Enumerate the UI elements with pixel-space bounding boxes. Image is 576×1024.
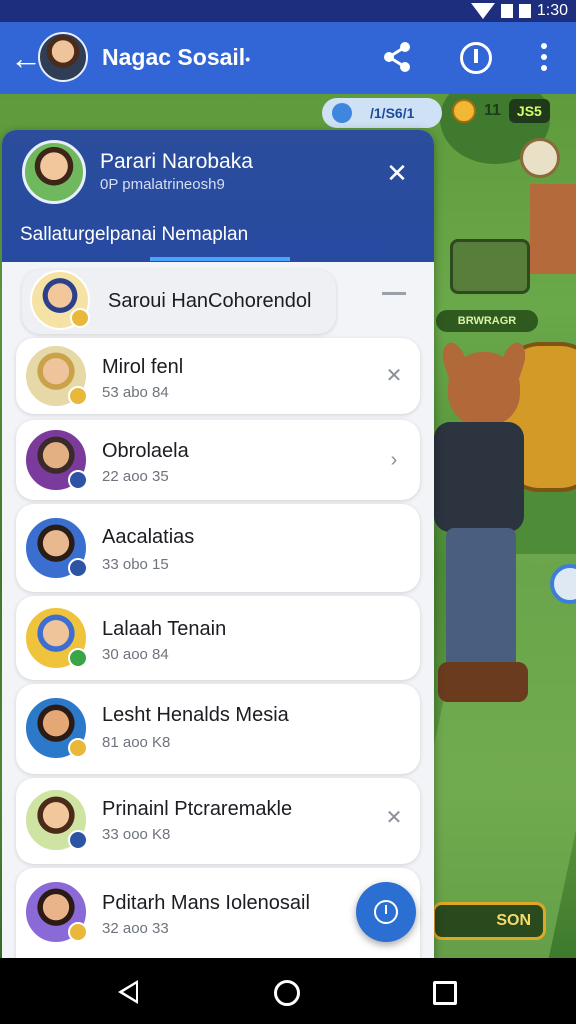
dismiss-icon[interactable]: ✕ [382,806,406,830]
avatar [24,606,88,670]
avatar [24,516,88,580]
dismiss-icon[interactable]: ✕ [382,364,406,388]
panel-name: Parari Narobaka [100,150,253,173]
compass-icon[interactable] [520,138,560,178]
list-item-time: 33 ooo K8 [102,826,171,843]
floating-action-button[interactable] [356,882,416,942]
status-badge [68,386,88,406]
list-item-time: 81 aoo K8 [102,734,171,751]
list-item[interactable]: Prinainl Ptcraremakle 33 ooo K8 ✕ [16,778,420,864]
page-title: Nagac Sosail• [102,44,250,71]
list-item-time: 32 aoo 33 [102,920,169,937]
close-icon[interactable]: ✕ [380,156,414,190]
character-body [434,422,524,532]
list-item[interactable]: Saroui HanCohorendol [22,270,336,334]
avatar [24,788,88,852]
panel-avatar[interactable] [22,140,86,204]
profile-avatar[interactable] [38,32,88,82]
page-title-suffix: • [245,50,251,67]
play-button[interactable]: SON [432,902,546,940]
status-badge [70,308,90,328]
status-badge [68,648,88,668]
list-item[interactable]: Lesht Henalds Mesia 81 aoo K8 [16,684,420,774]
hud-score-prefix: 11 [484,102,501,119]
status-icons: 1:30 [470,0,568,22]
status-badge [68,558,88,578]
list-item-name: Prinainl Ptcraremakle [102,798,293,820]
list-item-time: 22 aoo 35 [102,468,169,485]
more-vert-icon[interactable] [534,40,554,74]
game-sign[interactable]: BRWRAGR [436,310,538,332]
app-bar: ← Nagac Sosail• [0,22,576,94]
chevron-icon[interactable]: › [382,448,406,472]
battery-icon [518,4,531,18]
signal-icon [500,4,513,18]
hud-score: 11 JS5 [452,94,572,128]
list-item-name: Pditarh Mans Iolenosail [102,892,310,914]
hud-score-value: JS5 [508,99,550,123]
clock-icon [374,900,398,924]
nav-back-icon[interactable] [118,980,138,1004]
character-legs [446,528,516,678]
avatar [30,270,90,330]
avatar [24,344,88,408]
list-item-name: Lesht Henalds Mesia [102,704,289,726]
list-item[interactable]: Aacalatias 33 obo 15 [16,504,420,592]
heart-icon [332,103,352,123]
avatar [24,428,88,492]
nav-home-icon[interactable] [274,980,300,1006]
status-badge [68,470,88,490]
game-character [428,339,538,712]
status-badge [68,738,88,758]
avatar [24,880,88,944]
cart-decoration [450,239,530,294]
list-item-time: 53 abo 84 [102,384,169,401]
wifi-icon [470,3,495,19]
nav-recent-icon[interactable] [433,981,457,1005]
friends-list: Saroui HanCohorendol Mirol fenl 53 abo 8… [2,262,434,960]
status-time: 1:30 [536,2,568,19]
list-item-name: Mirol fenl [102,356,184,378]
list-item[interactable]: Mirol fenl 53 abo 84 ✕ [16,338,420,414]
house-decoration [530,184,576,274]
status-badge [68,830,88,850]
list-item[interactable]: Lalaah Tenain 30 aoo 84 [16,596,420,680]
list-item-name: Aacalatias [102,526,195,548]
list-item-time: 33 obo 15 [102,556,169,573]
list-item-time: 30 aoo 84 [102,646,169,663]
hud-pill-label: /1/S6/1 [370,105,415,121]
hud-health-pill[interactable]: /1/S6/1 [322,98,442,128]
system-nav-bar [0,958,576,1024]
info-icon[interactable] [460,42,492,74]
social-panel: Parari Narobaka 0P pmalatrineosh9 ✕ Sall… [2,130,434,960]
list-item-name: Lalaah Tenain [102,618,227,640]
list-item[interactable]: Obrolaela 22 aoo 35 › [16,420,420,500]
character-boots [438,662,528,702]
page-title-text: Nagac Sosail [102,44,246,70]
share-icon[interactable] [380,40,414,74]
play-button-label: SON [496,912,531,929]
collapse-handle-icon[interactable] [382,292,406,295]
status-bar: 1:30 [0,0,576,22]
panel-header: Parari Narobaka 0P pmalatrineosh9 ✕ Sall… [2,130,434,262]
panel-tab[interactable]: Sallaturgelpanai Nemaplan [20,224,248,246]
tab-indicator [150,257,290,261]
list-item-name: Obrolaela [102,440,189,462]
list-item-name: Saroui HanCohorendol [108,290,312,312]
avatar [24,696,88,760]
character-head [448,352,520,426]
status-badge [68,922,88,942]
coin-icon [452,99,476,123]
panel-subtitle: 0P pmalatrineosh9 [100,176,225,193]
